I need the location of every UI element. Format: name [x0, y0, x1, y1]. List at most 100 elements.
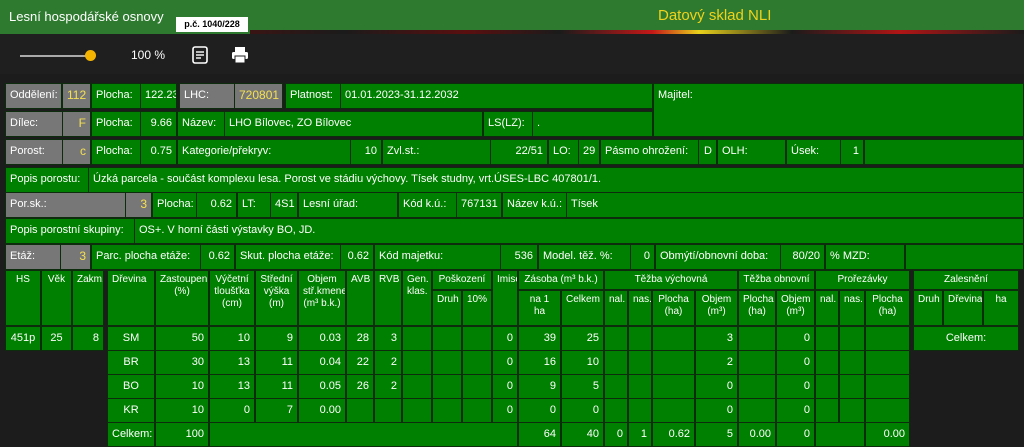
- header-zal-drevina-text: Dřevina: [948, 294, 983, 305]
- header-avb: AVB: [346, 270, 374, 326]
- value-skut-plocha-text: 0.62: [347, 250, 369, 262]
- value-popis-skupiny-text: OS+. V horní části výstavky BO, JD.: [139, 224, 316, 236]
- value-plocha-porost-text: 0.75: [150, 145, 172, 157]
- empty-cell: [628, 398, 652, 423]
- label-etaz-text: Etáž:: [10, 250, 36, 262]
- empty-cell: [604, 350, 628, 375]
- header-objem: Objem stř.kmene (m³ b.k.): [298, 270, 346, 326]
- total-zast-text: 100: [185, 428, 204, 440]
- value-lo-text: 29: [583, 145, 596, 157]
- empty-cell: [865, 374, 910, 399]
- cell-vys: 7: [255, 398, 298, 423]
- header-druh-text: Druh: [437, 294, 459, 305]
- label-popis-skupiny-text: Popis porostní skupiny:: [10, 224, 124, 236]
- document-icon[interactable]: [191, 45, 211, 65]
- cell-tl-text: 10: [237, 332, 250, 344]
- cell-obj-text: 0.00: [319, 404, 341, 416]
- header-nal-pr: nal.: [815, 290, 839, 326]
- empty-cell: [738, 374, 776, 399]
- cell-zast: 10: [155, 374, 209, 399]
- total-celkem-text: 40: [586, 428, 599, 440]
- label-zvl-text: Zvl.st.:: [387, 145, 420, 157]
- value-etaz: 3: [60, 244, 91, 270]
- header-zalesneni: Zalesnění: [913, 270, 1019, 290]
- label-por-sk-text: Por.sk.:: [10, 198, 47, 210]
- zoom-slider-handle[interactable]: [85, 50, 96, 61]
- cell-avb: 22: [346, 350, 374, 375]
- cell-drevina: SM: [107, 326, 155, 351]
- header-druh: Druh: [432, 290, 462, 326]
- header-zakm: Zakm.: [72, 270, 104, 326]
- total-na1ha-text: 64: [543, 428, 556, 440]
- cell-obj-text: 0.04: [319, 356, 341, 368]
- header-plocha-tv: Plocha (ha): [652, 290, 695, 326]
- empty-cell: [628, 326, 652, 351]
- cell-imise: 0: [492, 326, 518, 351]
- empty-cell: [462, 374, 492, 399]
- value-lhc: 720801: [234, 83, 283, 109]
- cell-na1ha-text: 39: [543, 332, 556, 344]
- cell-imise: 0: [492, 374, 518, 399]
- value-kategorie: 10: [350, 139, 382, 165]
- total-plocha-text: 0.62: [668, 428, 690, 440]
- label-skut-plocha-text: Skut. plocha etáže:: [240, 250, 334, 262]
- value-oddeleni-text: 112: [67, 88, 87, 102]
- value-zakm: 8: [72, 326, 104, 351]
- app-header: Lesní hospodářské osnovy p.č. 1040/228 D…: [0, 0, 1024, 38]
- empty-cell: [864, 139, 1024, 165]
- header-poskozeni-text: Poškození: [438, 274, 486, 285]
- value-plocha-dilec: 9.66: [140, 111, 177, 137]
- label-plocha-dilec-text: Plocha:: [96, 117, 133, 129]
- header-nal: nal.: [604, 290, 628, 326]
- value-plocha-oddeleni: 122.23: [140, 83, 177, 109]
- cell-avb: 26: [346, 374, 374, 399]
- label-olh: OLH:: [717, 139, 786, 165]
- total-na1ha: 64: [518, 422, 561, 447]
- value-model-tezba-text: 0: [643, 250, 650, 262]
- cell-rvb: [374, 398, 402, 423]
- header-zasoba-text: Zásoba (m³ b.k.): [524, 274, 598, 285]
- print-icon[interactable]: [230, 45, 250, 65]
- empty-cell: [652, 374, 695, 399]
- empty-cell: [604, 326, 628, 351]
- cell-rvb-text: 2: [390, 380, 397, 392]
- header-zal-druh: Druh: [913, 290, 943, 326]
- empty-cell: [865, 326, 910, 351]
- header-prorezavky: Prořezávky: [815, 270, 910, 290]
- cell-vys-text: 11: [281, 380, 293, 392]
- header-vek: Věk: [41, 270, 72, 326]
- header-nal-text: nal.: [609, 294, 626, 305]
- cell-avb-text: 22: [356, 356, 369, 368]
- value-oddeleni: 112: [62, 83, 91, 109]
- cell-tv_obj-text: 2: [726, 356, 733, 368]
- empty-cell: [432, 350, 462, 375]
- label-lo-text: LO:: [553, 145, 571, 157]
- header-zasoba: Zásoba (m³ b.k.): [518, 270, 604, 290]
- label-obmyti-text: Obmýtí/obnovní doba:: [660, 250, 769, 262]
- value-platnost: 01.01.2023-31.12.2032: [340, 83, 653, 109]
- cell-tl-text: 0: [243, 404, 250, 416]
- zoom-slider-track[interactable]: [20, 55, 95, 57]
- value-popis-skupiny: OS+. V horní části výstavky BO, JD.: [134, 218, 1024, 244]
- header-drevina-text: Dřevina: [112, 274, 147, 285]
- label-kod-ku-text: Kód k.ú.:: [403, 198, 447, 210]
- header-vek-text: Věk: [47, 274, 66, 285]
- cell-rvb: 2: [374, 350, 402, 375]
- cell-celkem: 10: [561, 350, 604, 375]
- cell-drevina: BO: [107, 374, 155, 399]
- document-page: Oddělení: 112 Plocha: 122.23 LHC: 720801 Platn…: [0, 76, 1024, 447]
- header-nas-pr: nas.: [839, 290, 865, 326]
- value-usek-text: 1: [852, 145, 859, 157]
- header-stredni-text: Střední výška (m): [260, 274, 293, 309]
- cell-na1ha-text: 16: [543, 356, 556, 368]
- value-kod-majetku: 536: [500, 244, 538, 270]
- cell-rvb: 3: [374, 326, 402, 351]
- value-obmyti-text: 80/20: [792, 250, 820, 262]
- empty-cell: [738, 350, 776, 375]
- cell-tl: 0: [209, 398, 255, 423]
- empty-cell: [815, 350, 839, 375]
- cell-to_obj: 0: [776, 326, 815, 351]
- value-lhc-text: 720801: [239, 88, 280, 102]
- cell-obj: 0.03: [298, 326, 346, 351]
- header-plocha-to: Plocha (ha): [738, 290, 776, 326]
